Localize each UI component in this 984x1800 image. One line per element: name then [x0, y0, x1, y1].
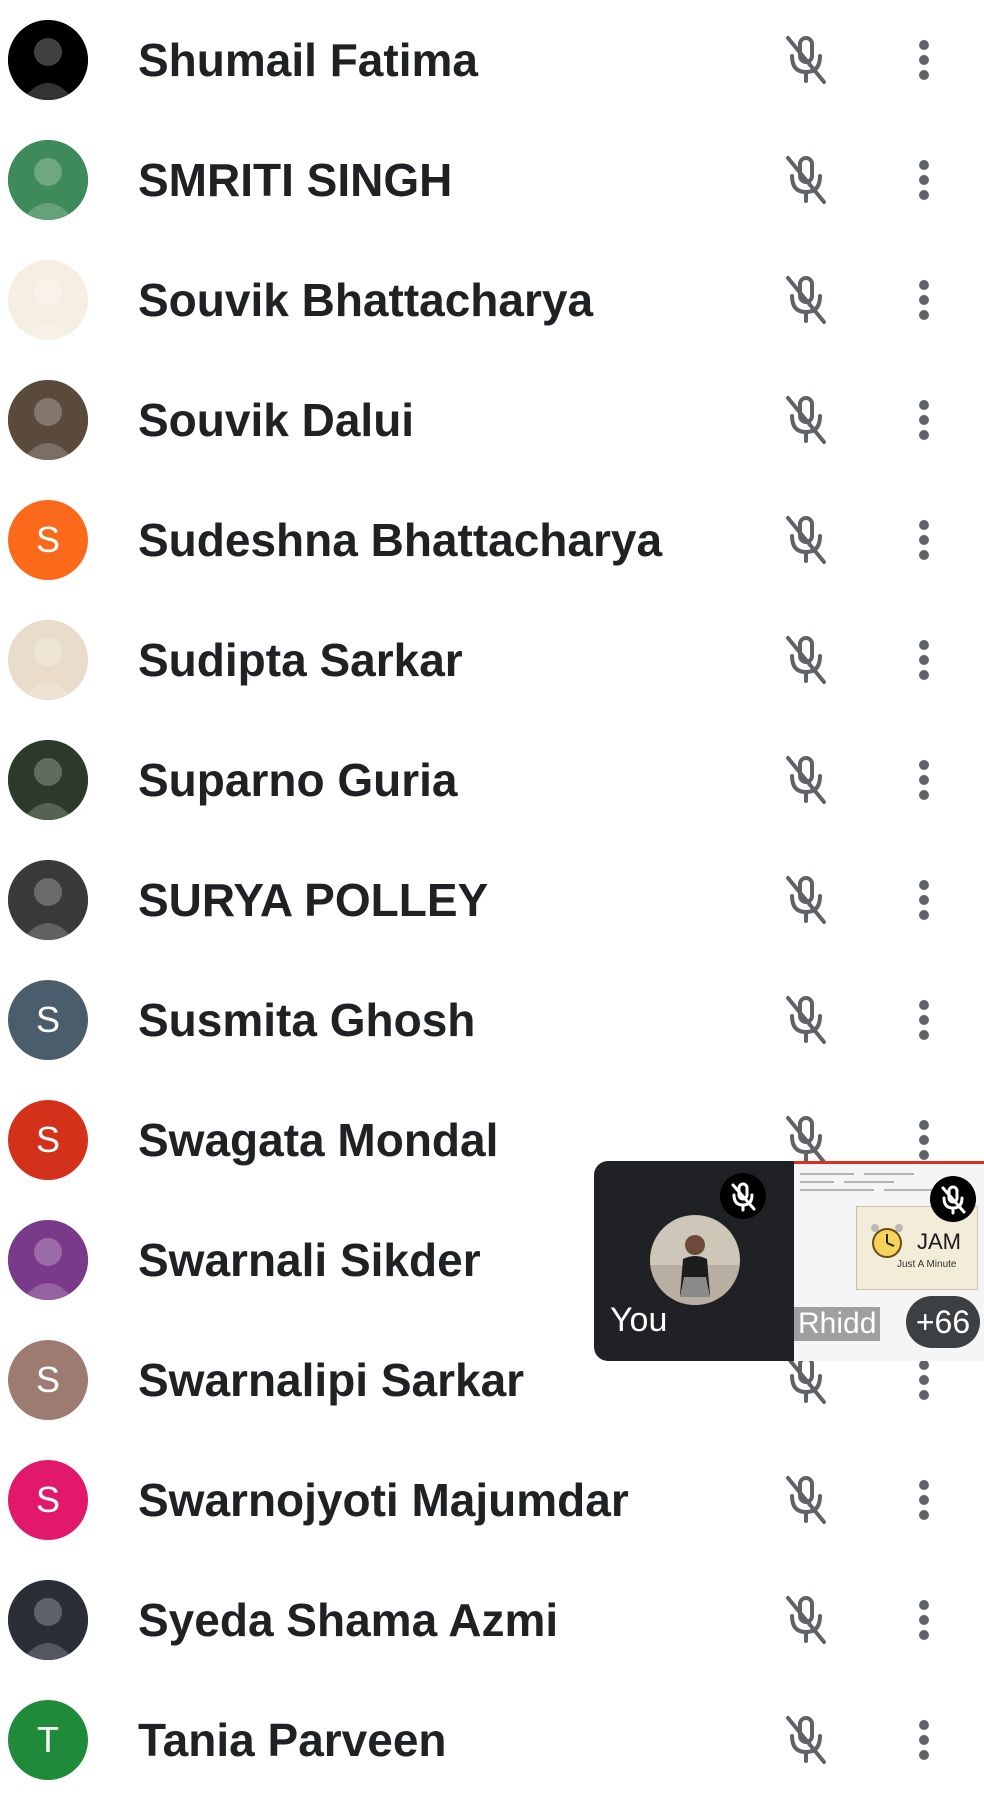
participant-name: Swarnalipi Sarkar: [138, 1354, 525, 1406]
avatar: S: [8, 1460, 88, 1540]
participant-name: Swarnojyoti Majumdar: [138, 1474, 629, 1526]
avatar: [8, 860, 88, 940]
more-vert-icon[interactable]: [902, 272, 946, 328]
avatar: [8, 140, 88, 220]
avatar: [8, 20, 88, 100]
participant-row[interactable]: T Tania Parveen: [0, 1680, 984, 1800]
more-vert-icon[interactable]: [902, 512, 946, 568]
more-vert-icon[interactable]: [902, 632, 946, 688]
participant-name: Tania Parveen: [138, 1714, 447, 1766]
participant-row[interactable]: Suparno Guria: [0, 720, 984, 840]
mic-off-icon[interactable]: [780, 1712, 832, 1768]
mic-off-icon[interactable]: [780, 32, 832, 88]
mic-off-icon[interactable]: [780, 632, 832, 688]
self-label: You: [610, 1301, 668, 1339]
more-vert-icon[interactable]: [902, 392, 946, 448]
mic-off-icon[interactable]: [780, 1592, 832, 1648]
presenter-label: Rhidd: [794, 1307, 881, 1341]
avatar: [8, 380, 88, 460]
avatar-letter: S: [35, 519, 60, 560]
participant-name: Susmita Ghosh: [138, 994, 476, 1046]
participant-name: Sudipta Sarkar: [138, 634, 463, 686]
mic-off-icon: [930, 1176, 976, 1222]
participant-row[interactable]: SURYA POLLEY: [0, 840, 984, 960]
more-vert-icon[interactable]: [902, 32, 946, 88]
more-vert-icon[interactable]: [902, 1472, 946, 1528]
mic-off-icon[interactable]: [780, 752, 832, 808]
mic-off-icon[interactable]: [780, 1112, 832, 1168]
participant-name: Swarnali Sikder: [138, 1234, 481, 1286]
avatar-letter: S: [35, 1359, 60, 1400]
participant-row[interactable]: S Susmita Ghosh: [0, 960, 984, 1080]
avatar-letter: S: [35, 1479, 60, 1520]
mic-off-icon[interactable]: [780, 872, 832, 928]
mic-off-icon[interactable]: [780, 512, 832, 568]
participant-name: Souvik Dalui: [138, 394, 415, 446]
participant-name: Syeda Shama Azmi: [138, 1594, 559, 1646]
mic-off-icon[interactable]: [780, 1472, 832, 1528]
more-vert-icon[interactable]: [902, 872, 946, 928]
participant-name: SMRITI SINGH: [138, 154, 453, 206]
participant-name: Souvik Bhattacharya: [138, 274, 594, 326]
more-vert-icon[interactable]: [902, 992, 946, 1048]
avatar: [8, 620, 88, 700]
mic-off-icon[interactable]: [780, 272, 832, 328]
slide-subtitle: Just A Minute: [897, 1259, 957, 1270]
participant-name: SURYA POLLEY: [138, 874, 489, 926]
participant-row[interactable]: S Swarnojyoti Majumdar: [0, 1440, 984, 1560]
more-vert-icon[interactable]: [902, 1712, 946, 1768]
participant-row[interactable]: Sudipta Sarkar: [0, 600, 984, 720]
avatar: [8, 1220, 88, 1300]
participant-name: Swagata Mondal: [138, 1114, 499, 1166]
avatar: S: [8, 1100, 88, 1180]
participant-name: Shumail Fatima: [138, 34, 478, 86]
more-vert-icon[interactable]: [902, 752, 946, 808]
participant-row[interactable]: SMRITI SINGH: [0, 120, 984, 240]
self-avatar: [650, 1215, 740, 1305]
mic-off-icon[interactable]: [780, 392, 832, 448]
self-video-tile[interactable]: You: [594, 1161, 794, 1361]
mic-off-icon[interactable]: [780, 992, 832, 1048]
more-participants-badge[interactable]: +66: [906, 1296, 980, 1348]
participant-row[interactable]: S Sudeshna Bhattacharya: [0, 480, 984, 600]
participant-row[interactable]: Syeda Shama Azmi: [0, 1560, 984, 1680]
mic-off-icon: [720, 1173, 766, 1219]
avatar: T: [8, 1700, 88, 1780]
slide-title: JAM: [917, 1229, 961, 1254]
more-vert-icon[interactable]: [902, 152, 946, 208]
participant-name: Sudeshna Bhattacharya: [138, 514, 663, 566]
participant-row[interactable]: Souvik Dalui: [0, 360, 984, 480]
avatar: S: [8, 500, 88, 580]
avatar-letter: T: [37, 1719, 59, 1760]
clock-icon: [871, 1224, 903, 1258]
call-preview-overlay[interactable]: You JAM Just A Minute Rhidd +66: [594, 1161, 984, 1361]
more-vert-icon[interactable]: [902, 1112, 946, 1168]
avatar: [8, 260, 88, 340]
avatar: S: [8, 980, 88, 1060]
mic-off-icon[interactable]: [780, 152, 832, 208]
participant-row[interactable]: Shumail Fatima: [0, 0, 984, 120]
participant-row[interactable]: Souvik Bhattacharya: [0, 240, 984, 360]
avatar: [8, 740, 88, 820]
avatar: [8, 1580, 88, 1660]
more-vert-icon[interactable]: [902, 1592, 946, 1648]
avatar: S: [8, 1340, 88, 1420]
presentation-tile[interactable]: JAM Just A Minute Rhidd +66: [794, 1161, 984, 1361]
participant-name: Suparno Guria: [138, 754, 458, 806]
avatar-letter: S: [35, 1119, 60, 1160]
avatar-letter: S: [35, 999, 60, 1040]
